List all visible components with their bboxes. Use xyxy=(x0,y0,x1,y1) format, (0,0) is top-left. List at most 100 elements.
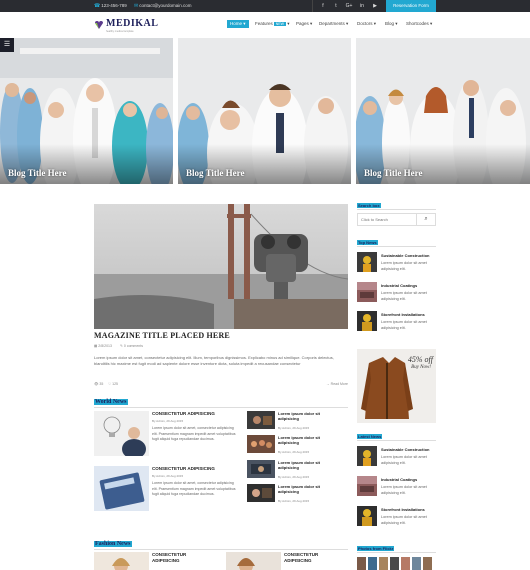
top-news-heading-3[interactable]: Storefront Installations xyxy=(381,312,425,317)
ad-buy-now[interactable]: Buy Now! xyxy=(411,365,431,370)
nav-departments[interactable]: Departments ▾ xyxy=(319,20,348,28)
nav-features-label: Features xyxy=(255,21,273,26)
top-news-heading-2[interactable]: Industrial Coatings xyxy=(381,283,417,288)
flickr-photo[interactable] xyxy=(423,557,432,570)
news-meta-2: By Admin, 29 Aug 2015 xyxy=(152,474,184,478)
article-image[interactable] xyxy=(94,204,348,329)
nav-features[interactable]: Features NEW ▾ xyxy=(255,20,289,28)
hero-title-1[interactable]: Blog Title Here xyxy=(8,168,67,178)
article-date: ▦ 2/8/2013 xyxy=(94,344,112,348)
storefront-photo xyxy=(357,506,377,526)
flickr-photo[interactable] xyxy=(379,557,388,570)
hero-shade xyxy=(178,144,351,184)
hero-title-2[interactable]: Blog Title Here xyxy=(186,168,245,178)
small-news-thumb[interactable] xyxy=(247,435,275,453)
flickr-photo[interactable] xyxy=(390,557,399,570)
binocular-viewer-photo xyxy=(94,204,348,329)
article-date-text: 2/8/2013 xyxy=(98,344,112,348)
flickr-photo[interactable] xyxy=(357,557,366,570)
nav-departments-label: Departments xyxy=(319,21,345,26)
flickr-photo[interactable] xyxy=(368,557,377,570)
divider xyxy=(94,407,348,408)
world-news-title: World News xyxy=(94,399,128,405)
linkedin-icon[interactable]: in xyxy=(358,2,366,10)
latest-news-thumb[interactable] xyxy=(357,506,377,526)
divider xyxy=(357,209,436,210)
flickr-photo[interactable] xyxy=(412,557,421,570)
sidebar-search-input[interactable] xyxy=(357,213,417,226)
top-news-heading-1[interactable]: Sustainable Construction xyxy=(381,253,429,258)
nav-blog[interactable]: Blog ▾ xyxy=(385,20,398,28)
small-news-title-1[interactable]: Lorem ipsum dolor sit adipisicing xyxy=(278,411,332,421)
top-news-thumb[interactable] xyxy=(357,311,377,331)
top-news-text-1: Lorem ipsum dolor sit amet adipisicing e… xyxy=(381,261,427,271)
divider xyxy=(357,440,436,441)
nav-doctors-label: Doctors xyxy=(357,21,373,26)
small-news-title-2[interactable]: Lorem ipsum dolor sit adipisicing xyxy=(278,435,332,445)
fashion-thumb-2[interactable] xyxy=(226,552,281,570)
search-icon[interactable]: ⌕ xyxy=(417,213,436,226)
latest-news-heading-2[interactable]: Industrial Coatings xyxy=(381,477,417,482)
youtube-icon[interactable]: ▶ xyxy=(371,2,379,10)
phone-number: 123-456-789 xyxy=(101,3,127,8)
small-news-thumb[interactable] xyxy=(247,484,275,502)
news-thumb-lightbulb[interactable] xyxy=(94,411,149,456)
fashion-heading-2[interactable]: CONSECTETUR ADIPISICING xyxy=(284,552,344,564)
reservation-button[interactable]: Reservation Form xyxy=(386,0,436,12)
fashion-thumb-1[interactable] xyxy=(94,552,149,570)
news-meta-1: By Admin, 29 Aug 2015 xyxy=(152,419,184,423)
fashion-heading-1[interactable]: CONSECTETUR ADIPISICING xyxy=(152,552,212,564)
fashion-photo xyxy=(94,552,149,570)
twitter-icon[interactable]: t xyxy=(332,2,340,10)
article-likes[interactable]: ♡ 125 xyxy=(108,382,118,386)
facebook-icon[interactable]: f xyxy=(319,2,327,10)
flickr-photo[interactable] xyxy=(401,557,410,570)
latest-news-heading-3[interactable]: Storefront Installations xyxy=(381,507,425,512)
small-news-title-3[interactable]: Lorem ipsum dolor sit adipisicing xyxy=(278,460,332,470)
article-title[interactable]: MAGAZINE TITLE PLACED HERE xyxy=(94,331,230,340)
news-heading-2[interactable]: CONSECTETUR ADIPISICING xyxy=(152,466,215,471)
latest-news-heading: Latest News xyxy=(357,434,383,439)
news-text-1: Lorem ipsum dolor sit amet, consectetur … xyxy=(152,426,236,441)
divider xyxy=(94,549,348,550)
site-tagline: healthy medical template xyxy=(106,30,134,33)
news-text-2: Lorem ipsum dolor sit amet, consectetur … xyxy=(152,481,236,496)
logo-heart-icon xyxy=(95,21,103,29)
small-news-title-4[interactable]: Lorem ipsum dolor sit adipisicing xyxy=(278,484,332,494)
small-news-meta-3: By Admin, 29 Aug 2015 xyxy=(278,475,310,479)
hero-slide-3[interactable]: Blog Title Here xyxy=(356,38,530,184)
latest-news-thumb[interactable] xyxy=(357,476,377,496)
google-plus-icon[interactable]: G+ xyxy=(345,2,353,10)
hero-slide-1[interactable]: Blog Title Here xyxy=(0,38,173,184)
article-views: 👁 35 xyxy=(94,382,104,386)
top-news-thumb[interactable] xyxy=(357,282,377,302)
read-more-link[interactable]: → Read More xyxy=(326,382,348,386)
nav-pages-label: Pages xyxy=(296,21,309,26)
news-thumb-calculator[interactable] xyxy=(94,466,149,511)
hero-title-3[interactable]: Blog Title Here xyxy=(364,168,423,178)
small-news-thumb[interactable] xyxy=(247,460,275,478)
top-news-thumb[interactable] xyxy=(357,252,377,272)
slider-menu-icon[interactable]: ☰ xyxy=(0,38,14,52)
nav-shortcodes[interactable]: Shortcodes ▾ xyxy=(406,20,432,28)
latest-news-thumb[interactable] xyxy=(357,446,377,466)
search-box-heading: Search box xyxy=(357,203,381,208)
nav-home[interactable]: Home ▾ xyxy=(227,20,249,28)
hero-slide-2[interactable]: Blog Title Here xyxy=(178,38,351,184)
divider xyxy=(357,246,436,247)
email-address[interactable]: contact@yourdomain.com xyxy=(139,3,191,8)
phone-contact: ☎123-456-789 xyxy=(94,3,127,9)
mail-icon: ✉ xyxy=(134,3,139,9)
small-news-thumb[interactable] xyxy=(247,411,275,429)
email-contact[interactable]: ✉contact@yourdomain.com xyxy=(134,3,192,9)
hero-shade xyxy=(0,144,173,184)
latest-news-heading-1[interactable]: Sustainable Construction xyxy=(381,447,429,452)
site-logo[interactable]: MEDIKAL xyxy=(106,18,158,29)
nav-doctors[interactable]: Doctors ▾ xyxy=(357,20,376,28)
article-comments[interactable]: ✎ 0 comments xyxy=(120,344,143,348)
construction-photo xyxy=(357,252,377,272)
news-heading-1[interactable]: CONSECTETUR ADIPISICING xyxy=(152,411,215,416)
divider xyxy=(357,552,436,553)
nav-pages[interactable]: Pages ▾ xyxy=(296,20,312,28)
jacket-ad-banner[interactable]: 45% off Buy Now! xyxy=(357,349,436,423)
